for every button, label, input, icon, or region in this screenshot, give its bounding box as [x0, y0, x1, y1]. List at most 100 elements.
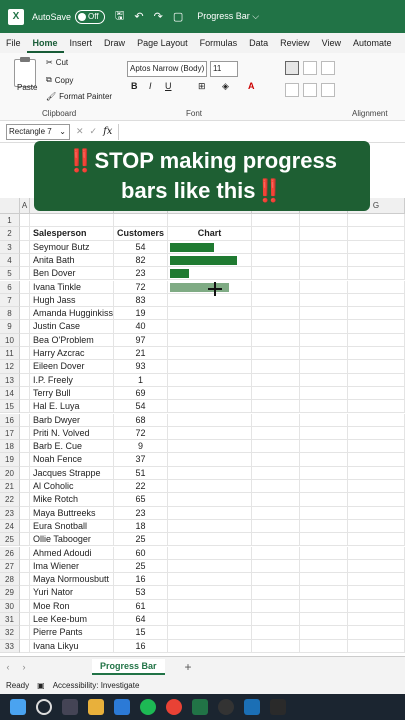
- accessibility-status[interactable]: Accessibility: Investigate: [53, 681, 140, 690]
- row-header[interactable]: 19: [0, 453, 20, 467]
- cell[interactable]: [348, 400, 405, 414]
- tab-data[interactable]: Data: [243, 33, 274, 53]
- salesperson-cell[interactable]: Mike Rotch: [30, 493, 114, 507]
- row-header[interactable]: 6: [0, 280, 20, 294]
- cell[interactable]: [300, 546, 348, 560]
- cell[interactable]: [348, 386, 405, 401]
- italic-button[interactable]: I: [149, 81, 152, 91]
- chevron-left-icon[interactable]: ‹: [0, 662, 16, 672]
- cell[interactable]: [252, 613, 300, 627]
- customers-cell[interactable]: 65: [114, 493, 168, 507]
- cell[interactable]: [300, 360, 348, 374]
- align-top-button[interactable]: [285, 61, 299, 75]
- customers-cell[interactable]: 23: [114, 267, 168, 281]
- cell[interactable]: [252, 214, 300, 228]
- tab-home[interactable]: Home: [26, 33, 64, 53]
- salesperson-cell[interactable]: Eura Snotball: [30, 519, 114, 534]
- customers-cell[interactable]: 16: [114, 639, 168, 653]
- row-header[interactable]: 15: [0, 400, 20, 414]
- undo-icon[interactable]: ↶: [134, 10, 143, 23]
- salesperson-cell[interactable]: Hugh Jass: [30, 293, 114, 308]
- cell[interactable]: [20, 253, 30, 268]
- tab-insert[interactable]: Insert: [64, 33, 99, 53]
- cell[interactable]: [300, 320, 348, 334]
- cell[interactable]: [300, 493, 348, 507]
- cell[interactable]: [20, 493, 30, 507]
- cell[interactable]: [348, 333, 405, 347]
- row-header[interactable]: 9: [0, 320, 20, 334]
- cell[interactable]: [168, 480, 252, 494]
- row-header[interactable]: 20: [0, 466, 20, 480]
- cell[interactable]: [20, 426, 30, 441]
- salesperson-cell[interactable]: Pierre Pants: [30, 626, 114, 640]
- windows-start-icon[interactable]: [10, 699, 26, 715]
- row-header[interactable]: 5: [0, 267, 20, 281]
- cell[interactable]: [348, 506, 405, 520]
- row-header[interactable]: 24: [0, 519, 20, 534]
- customers-cell[interactable]: 15: [114, 626, 168, 640]
- customers-cell[interactable]: 51: [114, 466, 168, 480]
- cell[interactable]: [300, 293, 348, 308]
- tab-page-layout[interactable]: Page Layout: [131, 33, 194, 53]
- salesperson-cell[interactable]: Amanda Hugginkiss: [30, 307, 114, 321]
- customers-cell[interactable]: 61: [114, 599, 168, 613]
- customers-cell[interactable]: 83: [114, 293, 168, 308]
- cell[interactable]: [168, 586, 252, 600]
- cell[interactable]: [348, 307, 405, 321]
- cell[interactable]: [168, 214, 252, 228]
- cell[interactable]: [252, 533, 300, 547]
- cell[interactable]: [168, 453, 252, 467]
- tab-draw[interactable]: Draw: [98, 33, 131, 53]
- cell[interactable]: [252, 426, 300, 441]
- row-header[interactable]: 1: [0, 214, 20, 228]
- header-salesperson[interactable]: Salesperson: [30, 227, 114, 241]
- cell[interactable]: [300, 373, 348, 387]
- cell[interactable]: [348, 227, 405, 241]
- salesperson-cell[interactable]: Bea O'Problem: [30, 333, 114, 347]
- header-chart[interactable]: Chart: [168, 227, 252, 241]
- cell[interactable]: [20, 347, 30, 361]
- cell[interactable]: [300, 626, 348, 640]
- cell[interactable]: [252, 559, 300, 574]
- cell[interactable]: [252, 347, 300, 361]
- salesperson-cell[interactable]: Ben Dover: [30, 267, 114, 281]
- cell[interactable]: [168, 360, 252, 374]
- cell[interactable]: [20, 440, 30, 454]
- format-painter-button[interactable]: 🖌 Format Painter: [46, 92, 112, 101]
- row-header[interactable]: 33: [0, 639, 20, 653]
- customers-cell[interactable]: 25: [114, 559, 168, 574]
- cell[interactable]: [300, 426, 348, 441]
- cell[interactable]: [20, 227, 30, 241]
- salesperson-cell[interactable]: Hal E. Luya: [30, 400, 114, 414]
- cell[interactable]: [300, 586, 348, 600]
- cell[interactable]: [348, 493, 405, 507]
- row-header[interactable]: 29: [0, 586, 20, 600]
- cell[interactable]: [348, 599, 405, 613]
- customers-cell[interactable]: 54: [114, 400, 168, 414]
- customers-cell[interactable]: 16: [114, 573, 168, 587]
- cell[interactable]: [252, 413, 300, 427]
- align-middle-button[interactable]: [303, 61, 317, 75]
- row-header[interactable]: 23: [0, 506, 20, 520]
- cell[interactable]: [168, 466, 252, 480]
- customers-cell[interactable]: 72: [114, 426, 168, 441]
- row-header[interactable]: 13: [0, 373, 20, 387]
- cell[interactable]: [300, 267, 348, 281]
- bold-button[interactable]: B: [131, 81, 138, 91]
- copy-button[interactable]: ⧉ Copy: [46, 75, 73, 85]
- salesperson-cell[interactable]: Harry Azcrac: [30, 347, 114, 361]
- autosave-toggle[interactable]: Off: [75, 9, 106, 24]
- header-customers[interactable]: Customers: [114, 227, 168, 241]
- row-header[interactable]: 17: [0, 426, 20, 441]
- cell[interactable]: [348, 267, 405, 281]
- customers-cell[interactable]: 93: [114, 360, 168, 374]
- row-header[interactable]: 22: [0, 493, 20, 507]
- salesperson-cell[interactable]: Ivana Tinkle: [30, 280, 114, 294]
- row-header[interactable]: 28: [0, 573, 20, 587]
- cell[interactable]: [20, 320, 30, 334]
- row-header[interactable]: 25: [0, 533, 20, 547]
- cell[interactable]: [20, 506, 30, 520]
- align-bottom-button[interactable]: [321, 61, 335, 75]
- row-header[interactable]: 27: [0, 559, 20, 574]
- redo-icon[interactable]: ↷: [154, 10, 163, 23]
